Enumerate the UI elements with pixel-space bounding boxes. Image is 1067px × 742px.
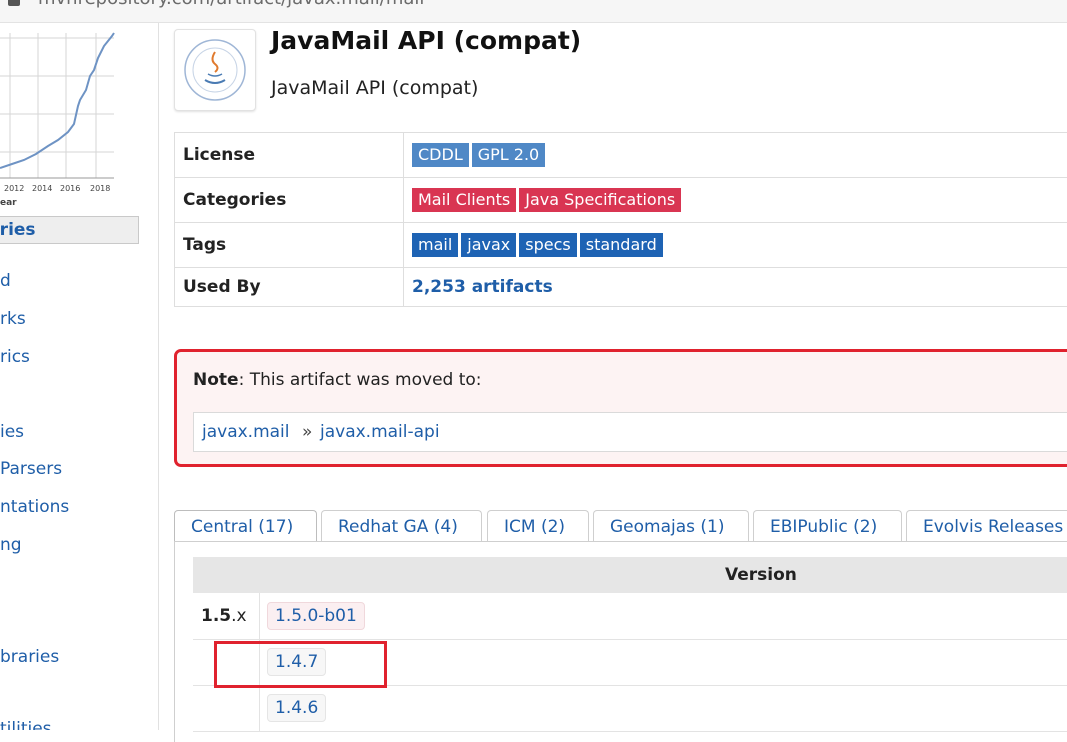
tags-label: Tags <box>175 223 404 268</box>
tab-ebipublic[interactable]: EBIPublic (2) <box>753 510 902 542</box>
repository-tabs: Central (17) Redhat GA (4) ICM (2) Geoma… <box>174 510 1067 542</box>
sidebar-link[interactable]: rks <box>0 309 26 329</box>
sidebar: 2012 2014 2016 2018 ear ories d rks rics… <box>0 23 159 730</box>
x-tick-2014: 2014 <box>32 184 52 193</box>
x-tick-2016: 2016 <box>60 184 80 193</box>
main-content: JavaMail API (compat) JavaMail API (comp… <box>174 23 1067 730</box>
tags-row: Tags mailjavaxspecsstandard <box>175 223 1067 268</box>
highlight-annotation <box>214 641 387 688</box>
sidebar-link[interactable]: Parsers <box>0 459 62 479</box>
note-text: Note: This artifact was moved to: <box>193 370 482 390</box>
used-by-link[interactable]: 2,253 artifacts <box>412 277 553 297</box>
relocation-note: Note: This artifact was moved to: javax.… <box>174 349 1067 467</box>
address-url[interactable]: mvnrepository.com/artifact/javax.mail/ma… <box>38 0 424 9</box>
categories-label: Categories <box>175 178 404 223</box>
license-badge[interactable]: GPL 2.0 <box>472 143 546 167</box>
java-logo-icon <box>174 29 256 111</box>
address-bar[interactable]: mvnrepository.com/artifact/javax.mail/ma… <box>0 0 1067 23</box>
x-axis-label: ear <box>0 198 17 208</box>
sidebar-link[interactable]: ntations <box>0 497 69 517</box>
used-by-label: Used By <box>175 268 404 307</box>
moved-to-box: javax.mail » javax.mail-api <box>193 412 1067 452</box>
version-link[interactable]: 1.5.0-b01 <box>267 602 365 630</box>
categories-header[interactable]: ories <box>0 216 139 244</box>
sidebar-link[interactable]: rics <box>0 347 30 367</box>
license-row: License CDDLGPL 2.0 <box>175 133 1067 178</box>
note-label: Note <box>193 370 239 390</box>
version-column-header: Version <box>193 557 1067 593</box>
x-tick-2012: 2012 <box>4 184 24 193</box>
moved-artifact-link[interactable]: javax.mail-api <box>320 422 440 442</box>
license-badge[interactable]: CDDL <box>412 143 469 167</box>
moved-group-link[interactable]: javax.mail <box>202 422 290 442</box>
license-label: License <box>175 133 404 178</box>
trend-line <box>0 33 114 168</box>
sidebar-link[interactable]: tilities <box>0 719 52 730</box>
tab-central[interactable]: Central (17) <box>174 510 317 542</box>
breadcrumb-separator: » <box>302 422 312 442</box>
version-row: 1.4.6 <box>193 685 1067 732</box>
version-group-label: 1.5.x <box>201 606 247 626</box>
category-badge[interactable]: Java Specifications <box>519 188 681 212</box>
lock-icon <box>8 0 20 6</box>
artifact-subtitle: JavaMail API (compat) <box>271 77 478 99</box>
used-by-row: Used By 2,253 artifacts <box>175 268 1067 307</box>
x-tick-2018: 2018 <box>90 184 110 193</box>
version-row: 1.5.x 1.5.0-b01 <box>193 593 1067 640</box>
tag-badge[interactable]: javax <box>461 233 516 257</box>
usage-trend-chart: 2012 2014 2016 2018 ear <box>0 28 130 228</box>
tag-badge[interactable]: mail <box>412 233 458 257</box>
artifact-title: JavaMail API (compat) <box>271 26 581 55</box>
version-group: 1.5.x <box>193 593 260 639</box>
note-message: : This artifact was moved to: <box>239 370 482 390</box>
category-badge[interactable]: Mail Clients <box>412 188 516 212</box>
sidebar-link[interactable]: d <box>0 271 11 291</box>
sidebar-link[interactable]: ies <box>0 422 24 442</box>
tab-icm[interactable]: ICM (2) <box>487 510 589 542</box>
version-group <box>193 685 260 731</box>
tag-badge[interactable]: standard <box>580 233 663 257</box>
tab-geomajas[interactable]: Geomajas (1) <box>593 510 749 542</box>
tab-redhat-ga[interactable]: Redhat GA (4) <box>321 510 482 542</box>
artifact-info-table: License CDDLGPL 2.0 Categories Mail Clie… <box>174 132 1067 307</box>
tab-evolvis-releases[interactable]: Evolvis Releases <box>906 510 1067 542</box>
categories-row: Categories Mail ClientsJava Specificatio… <box>175 178 1067 223</box>
sidebar-link[interactable]: ng <box>0 535 22 555</box>
sidebar-link[interactable]: braries <box>0 647 59 667</box>
version-link[interactable]: 1.4.6 <box>267 694 326 722</box>
tag-badge[interactable]: specs <box>519 233 576 257</box>
